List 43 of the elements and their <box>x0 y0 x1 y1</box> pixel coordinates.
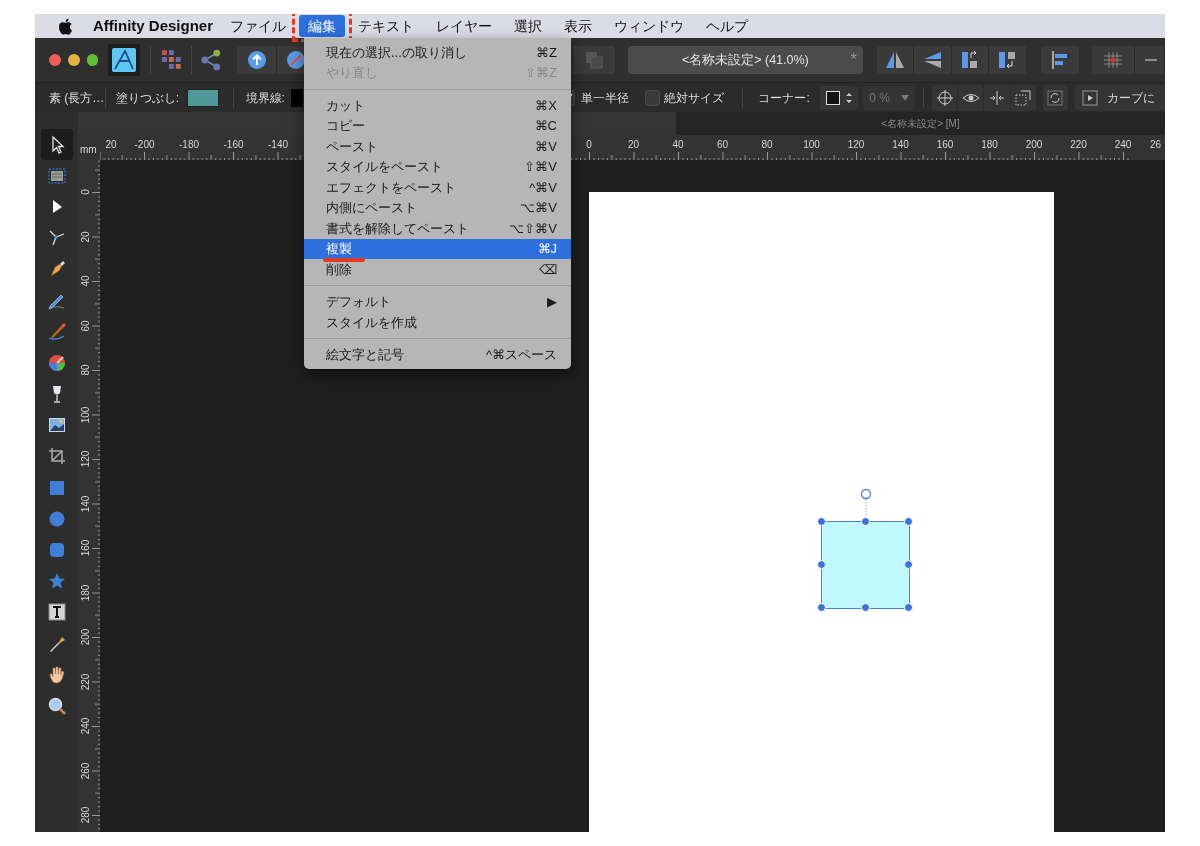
ruler-label: 180 <box>981 138 998 152</box>
ruler-label: 160 <box>936 138 954 152</box>
ruler-label: 140 <box>892 138 909 152</box>
modified-mark: * <box>850 50 857 70</box>
ruler-label: 260 <box>80 761 92 780</box>
ruler-label: 20 <box>80 229 92 245</box>
single-radius-label: 単一半径 <box>581 89 630 107</box>
ruler-label: 160 <box>80 539 92 557</box>
ruler-label: 80 <box>80 363 92 378</box>
ruler-label: 120 <box>847 138 865 152</box>
ruler-label: 120 <box>80 450 92 468</box>
ruler-label: 80 <box>761 138 773 152</box>
ruler-label: 140 <box>80 494 92 513</box>
corner-label: コーナー: <box>758 89 810 107</box>
stroke-label: 境界線: <box>245 89 285 107</box>
ruler-label: 40 <box>672 138 684 152</box>
ruler-label: 0 <box>586 138 592 152</box>
ruler-label: 20 <box>627 138 640 152</box>
absolute-size-label: 絶対サイズ <box>663 89 724 107</box>
fill-label: 塗りつぶし: <box>115 89 179 107</box>
ruler-label: 220 <box>80 672 92 691</box>
ruler-label: 60 <box>716 138 729 152</box>
ruler-label: 0 <box>80 188 92 197</box>
ruler-label: 20 <box>105 138 117 152</box>
ruler-label: 280 <box>80 806 92 824</box>
ruler-label: 240 <box>80 717 92 735</box>
ruler-label: 40 <box>80 274 92 289</box>
ruler-label: 200 <box>80 628 92 646</box>
ruler-label: 180 <box>80 583 92 602</box>
ruler-label: 200 <box>1025 138 1043 152</box>
ruler-label: 26 <box>1149 138 1162 152</box>
ruler-label: -160 <box>223 138 244 152</box>
ruler-unit: mm <box>80 143 97 157</box>
ruler-label: 100 <box>80 405 92 424</box>
selection-type-label: 素 (長方… <box>49 89 105 107</box>
ruler-label: -200 <box>134 138 155 152</box>
document-title: <名称未設定> (41.0%) <box>681 51 809 69</box>
ruler-label: 240 <box>1114 138 1132 152</box>
ruler-label: 100 <box>803 138 820 152</box>
ruler-label: 60 <box>80 318 92 334</box>
ruler-label: -140 <box>268 138 288 152</box>
ruler-label: 220 <box>1070 138 1087 152</box>
ruler-label: -180 <box>179 138 199 152</box>
